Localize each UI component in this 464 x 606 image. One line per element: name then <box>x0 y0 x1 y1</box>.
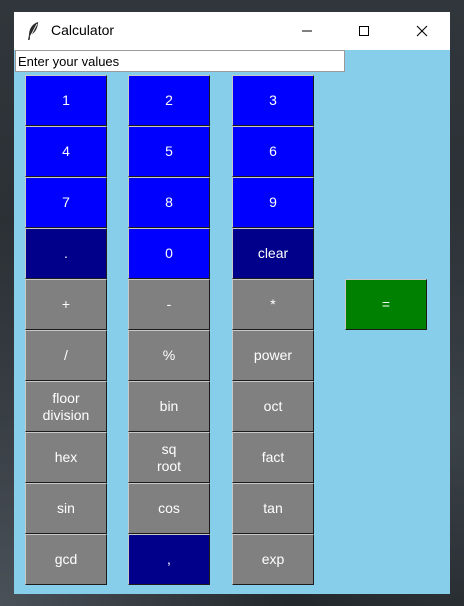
maximize-icon <box>358 22 370 41</box>
add-button[interactable]: + <box>25 279 107 330</box>
multiply-button[interactable]: * <box>232 279 314 330</box>
key-6-button[interactable]: 6 <box>232 126 314 177</box>
octal-button[interactable]: oct <box>232 381 314 432</box>
window-title: Calculator <box>51 22 115 38</box>
key-4-button[interactable]: 4 <box>25 126 107 177</box>
key-3-button[interactable]: 3 <box>232 75 314 126</box>
clear-button[interactable]: clear <box>232 228 314 279</box>
title-bar[interactable]: Calculator <box>14 12 450 50</box>
binary-button[interactable]: bin <box>128 381 210 432</box>
sine-button[interactable]: sin <box>25 483 107 534</box>
floor-division-button[interactable]: floor division <box>25 381 107 432</box>
minimize-icon <box>301 22 313 41</box>
feather-icon <box>26 21 40 41</box>
power-button[interactable]: power <box>232 330 314 381</box>
equals-button[interactable]: = <box>345 279 427 330</box>
close-button[interactable] <box>399 12 445 50</box>
factorial-button[interactable]: fact <box>232 432 314 483</box>
key-5-button[interactable]: 5 <box>128 126 210 177</box>
exponent-button[interactable]: exp <box>232 534 314 585</box>
square-root-button[interactable]: sq root <box>128 432 210 483</box>
key-9-button[interactable]: 9 <box>232 177 314 228</box>
comma-button[interactable]: , <box>128 534 210 585</box>
calculator-window: Calculator 1 2 3 4 5 6 7 8 9 . 0 clear +… <box>14 12 450 594</box>
cosine-button[interactable]: cos <box>128 483 210 534</box>
value-input[interactable] <box>15 50 345 72</box>
maximize-button[interactable] <box>341 12 387 50</box>
tangent-button[interactable]: tan <box>232 483 314 534</box>
key-2-button[interactable]: 2 <box>128 75 210 126</box>
hexadecimal-button[interactable]: hex <box>25 432 107 483</box>
subtract-button[interactable]: - <box>128 279 210 330</box>
decimal-point-button[interactable]: . <box>25 228 107 279</box>
gcd-button[interactable]: gcd <box>25 534 107 585</box>
key-8-button[interactable]: 8 <box>128 177 210 228</box>
close-icon <box>416 22 428 41</box>
modulo-button[interactable]: % <box>128 330 210 381</box>
divide-button[interactable]: / <box>25 330 107 381</box>
key-1-button[interactable]: 1 <box>25 75 107 126</box>
minimize-button[interactable] <box>284 12 330 50</box>
key-7-button[interactable]: 7 <box>25 177 107 228</box>
key-0-button[interactable]: 0 <box>128 228 210 279</box>
